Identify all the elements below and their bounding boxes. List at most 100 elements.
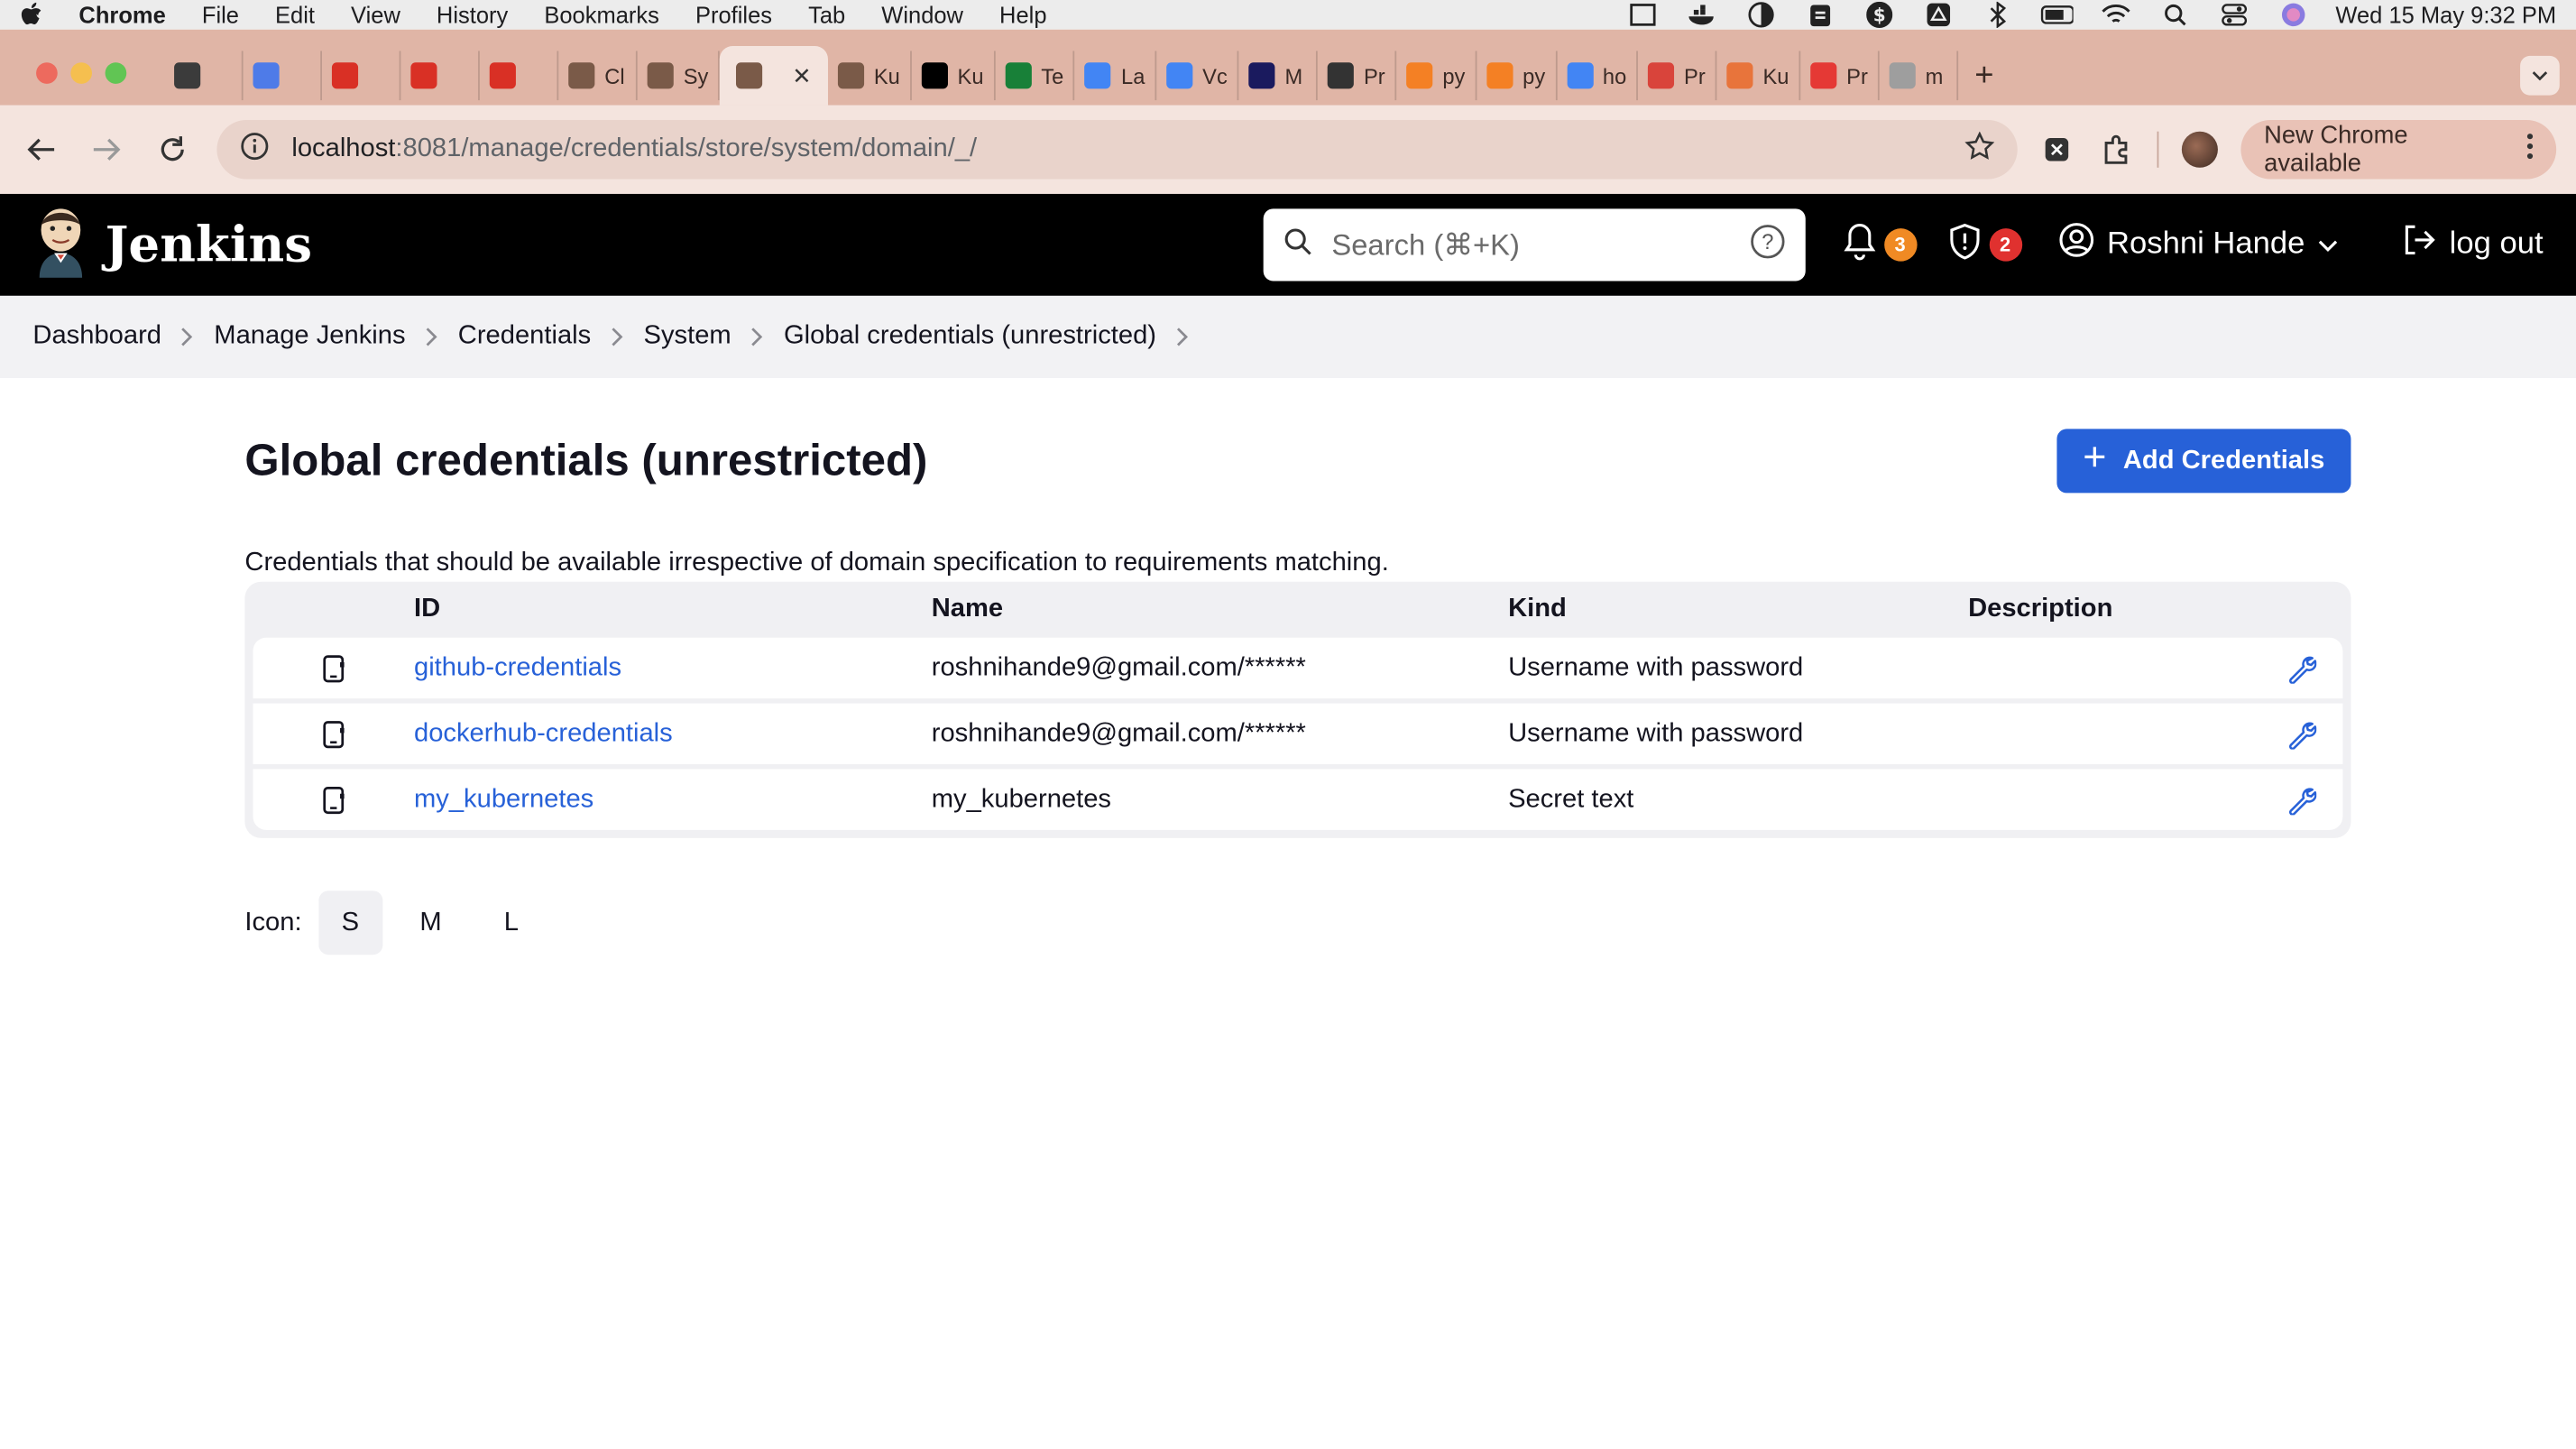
address-bar[interactable]: localhost:8081/manage/credentials/store/… bbox=[216, 119, 2017, 180]
jenkins-icon bbox=[568, 62, 595, 89]
security-button[interactable]: 2 bbox=[1946, 221, 2022, 269]
person-icon bbox=[1327, 62, 1355, 89]
search-help-icon[interactable]: ? bbox=[1749, 223, 1785, 267]
tab-active[interactable]: ✕ bbox=[720, 46, 828, 106]
menu-window[interactable]: Window bbox=[881, 2, 963, 28]
site-info-icon[interactable] bbox=[239, 131, 269, 169]
breadcrumb-manage-jenkins[interactable]: Manage Jenkins bbox=[214, 322, 405, 352]
notifications-button[interactable]: 3 bbox=[1841, 221, 1917, 269]
browser-tab[interactable] bbox=[322, 51, 401, 101]
browser-tab[interactable]: Ku bbox=[828, 51, 912, 101]
browser-tab[interactable] bbox=[400, 51, 480, 101]
siri-icon[interactable] bbox=[2277, 3, 2309, 27]
menu-view[interactable]: View bbox=[351, 2, 400, 28]
gemini-icon bbox=[253, 62, 280, 89]
wrench-icon[interactable] bbox=[2260, 653, 2342, 683]
menu-bookmarks[interactable]: Bookmarks bbox=[544, 2, 659, 28]
user-menu[interactable]: Roshni Hande bbox=[2057, 222, 2338, 268]
more-menu-icon[interactable] bbox=[2526, 134, 2534, 166]
column-header-kind[interactable]: Kind bbox=[1508, 595, 1968, 624]
menu-history[interactable]: History bbox=[437, 2, 508, 28]
back-arrow-icon[interactable] bbox=[20, 128, 62, 171]
control-center-icon[interactable] bbox=[2217, 4, 2249, 27]
add-credentials-button[interactable]: Add Credentials bbox=[2056, 429, 2351, 494]
profile-avatar[interactable] bbox=[2182, 131, 2219, 168]
url-host: localhost bbox=[291, 134, 396, 163]
forward-arrow-icon[interactable] bbox=[85, 128, 127, 171]
menu-edit[interactable]: Edit bbox=[275, 2, 315, 28]
menu-profiles[interactable]: Profiles bbox=[695, 2, 772, 28]
extension-x-icon[interactable] bbox=[2039, 132, 2075, 168]
breadcrumb-global-credentials[interactable]: Global credentials (unrestricted) bbox=[784, 322, 1156, 352]
menu-file[interactable]: File bbox=[202, 2, 239, 28]
credential-id-link[interactable]: github-credentials bbox=[414, 653, 932, 683]
icon-size-large[interactable]: L bbox=[479, 891, 543, 955]
contrast-icon[interactable] bbox=[1744, 2, 1777, 28]
browser-tab[interactable]: Vc bbox=[1156, 51, 1239, 101]
bluetooth-icon[interactable] bbox=[1981, 1, 2013, 28]
browser-tab[interactable]: ho bbox=[1557, 51, 1639, 101]
menubar-clock[interactable]: Wed 15 May 9:32 PM bbox=[2335, 2, 2556, 28]
drive-icon[interactable] bbox=[1921, 3, 1954, 27]
icon-size-medium[interactable]: M bbox=[399, 891, 463, 955]
search-input[interactable] bbox=[1331, 227, 1730, 263]
wrench-icon[interactable] bbox=[2260, 785, 2342, 815]
browser-tab[interactable]: Pr bbox=[1318, 51, 1397, 101]
jenkins-search-box[interactable]: ? bbox=[1262, 208, 1805, 281]
column-header-id[interactable]: ID bbox=[414, 595, 932, 624]
wifi-icon[interactable] bbox=[2099, 4, 2131, 27]
page-title: Global credentials (unrestricted) bbox=[244, 435, 928, 485]
docker-icon[interactable] bbox=[1685, 4, 1717, 27]
logout-button[interactable]: log out bbox=[2400, 222, 2544, 268]
mic-icon bbox=[1647, 62, 1675, 89]
browser-tab[interactable]: Te bbox=[995, 51, 1076, 101]
zoom-window-button[interactable] bbox=[105, 62, 127, 84]
browser-tab[interactable]: Pr bbox=[1800, 51, 1880, 101]
minimize-window-button[interactable] bbox=[70, 62, 93, 84]
chevron-right-icon[interactable] bbox=[1176, 327, 1190, 346]
browser-tab[interactable]: py bbox=[1477, 51, 1557, 101]
clipboard-icon[interactable] bbox=[1803, 4, 1835, 27]
close-tab-icon[interactable]: ✕ bbox=[792, 61, 811, 89]
docs-icon bbox=[1166, 62, 1193, 89]
breadcrumb-credentials[interactable]: Credentials bbox=[458, 322, 591, 352]
apple-icon[interactable] bbox=[20, 2, 46, 28]
menu-help[interactable]: Help bbox=[999, 2, 1046, 28]
bookmark-star-icon[interactable] bbox=[1964, 130, 1994, 169]
reload-icon[interactable] bbox=[151, 128, 193, 171]
browser-tab[interactable]: Ku bbox=[912, 51, 996, 101]
browser-tab[interactable]: Sy bbox=[638, 51, 721, 101]
browser-tab[interactable]: Cl bbox=[558, 51, 638, 101]
browser-tab[interactable]: M bbox=[1239, 51, 1318, 101]
chrome-update-button[interactable]: New Chrome available bbox=[2240, 119, 2557, 180]
browser-tab[interactable]: La bbox=[1075, 51, 1157, 101]
browser-tab[interactable]: py bbox=[1396, 51, 1477, 101]
credential-id-link[interactable]: my_kubernetes bbox=[414, 785, 932, 815]
menu-tab[interactable]: Tab bbox=[808, 2, 845, 28]
gmail-icon bbox=[410, 62, 437, 89]
browser-tab[interactable] bbox=[480, 51, 559, 101]
close-window-button[interactable] bbox=[36, 62, 58, 84]
browser-tab[interactable]: Pr bbox=[1638, 51, 1717, 101]
dollar-app-icon[interactable]: $ bbox=[1863, 1, 1895, 28]
extensions-puzzle-icon[interactable] bbox=[2099, 132, 2135, 168]
battery-icon[interactable] bbox=[2040, 4, 2073, 27]
column-header-description[interactable]: Description bbox=[1968, 595, 2260, 624]
spotlight-icon[interactable] bbox=[2158, 4, 2191, 27]
new-tab-button[interactable]: + bbox=[1974, 46, 1993, 106]
jenkins-home-link[interactable]: Jenkins bbox=[32, 205, 312, 285]
breadcrumb-dashboard[interactable]: Dashboard bbox=[32, 322, 161, 352]
menubar-app-name[interactable]: Chrome bbox=[78, 2, 165, 28]
column-header-name[interactable]: Name bbox=[932, 595, 1508, 624]
browser-tab[interactable]: m bbox=[1880, 51, 1959, 101]
credential-kind: Username with password bbox=[1508, 653, 1804, 681]
wrench-icon[interactable] bbox=[2260, 719, 2342, 749]
tab-search-chevron-icon[interactable] bbox=[2520, 55, 2560, 96]
browser-tab[interactable]: Ku bbox=[1716, 51, 1801, 101]
credential-id-link[interactable]: dockerhub-credentials bbox=[414, 719, 932, 749]
screenshot-icon[interactable] bbox=[1626, 4, 1659, 27]
browser-tab[interactable] bbox=[164, 51, 244, 101]
icon-size-small[interactable]: S bbox=[317, 891, 382, 955]
browser-tab[interactable] bbox=[244, 51, 323, 101]
breadcrumb-system[interactable]: System bbox=[644, 322, 731, 352]
